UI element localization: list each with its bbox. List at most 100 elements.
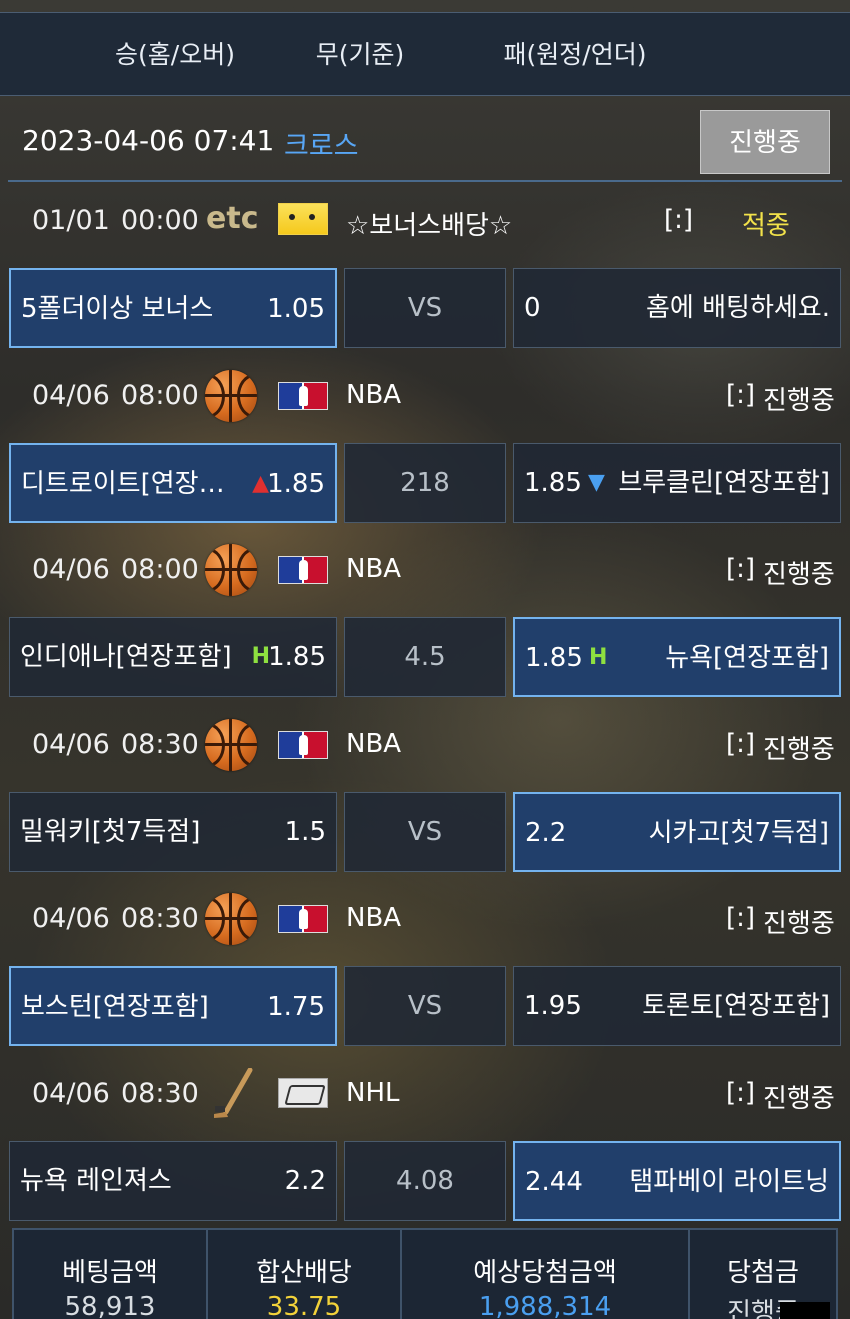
home-odds-value: 2.2 <box>284 1166 326 1196</box>
away-odds-value: 1.85 <box>525 643 583 673</box>
game-header: 04/06 08:00 NBA [:] 진행중 <box>0 532 850 612</box>
away-team-name: 시카고[첫7득점] <box>648 818 829 848</box>
draw-handicap-cell[interactable]: 4.08 <box>344 1141 506 1221</box>
draw-handicap-cell[interactable]: 218 <box>344 443 506 523</box>
game-score: [:] <box>664 205 694 235</box>
etc-icon: etc <box>206 201 259 236</box>
draw-handicap-cell[interactable]: VS <box>344 792 506 872</box>
home-team-name: 5폴더이상 보너스 <box>21 294 214 324</box>
away-odds-button[interactable]: 브루클린[연장포함] 1.85 ▼ <box>513 443 841 523</box>
league-name: NBA <box>346 554 402 584</box>
away-odds-value: 1.95 <box>524 991 582 1021</box>
home-odds-button[interactable]: 뉴욕 레인져스 2.2 <box>9 1141 337 1221</box>
home-team-name: 밀워키[첫7득점] <box>20 817 201 847</box>
away-team-name: 탬파베이 라이트닝 <box>629 1167 829 1197</box>
summary-bet-amount: 베팅금액 58,913 <box>14 1230 208 1319</box>
header-away-label: 패(원정/언더) <box>503 40 647 69</box>
home-odds-value: 1.05 <box>267 294 325 324</box>
game-status: 진행중 <box>763 735 835 765</box>
expected-win-label: 예상당첨금액 <box>473 1258 617 1288</box>
game-time: 00:00 <box>121 205 199 236</box>
bet-type-cross[interactable]: 크로스 <box>284 124 359 163</box>
basketball-icon <box>205 893 257 945</box>
game-header: 04/06 08:30 NBA [:] 진행중 <box>0 881 850 961</box>
summary-total-odds: 합산배당 33.75 <box>208 1230 402 1319</box>
game-status: 진행중 <box>763 1084 835 1114</box>
home-team-name: 보스턴[연장포함] <box>21 992 209 1022</box>
nba-logo-icon <box>278 382 328 410</box>
game-score: [:] <box>726 380 756 410</box>
away-odds-button[interactable]: 토론토[연장포함] 1.95 <box>513 966 841 1046</box>
game-header: 04/06 08:30 NBA [:] 진행중 <box>0 707 850 787</box>
draw-handicap-cell[interactable]: VS <box>344 268 506 348</box>
column-header-bar: 승(홈/오버) 무(기준) 패(원정/언더) <box>0 12 850 96</box>
home-odds-button[interactable]: 보스턴[연장포함] 1.75 <box>9 966 337 1046</box>
home-odds-button[interactable]: 밀워키[첫7득점] 1.5 <box>9 792 337 872</box>
bet-datetime: 2023-04-06 07:41 <box>22 124 275 157</box>
game-header: 01/01 00:00 etc ☆보너스배당☆ [:] 적중 <box>0 183 850 263</box>
header-draw-label: 무(기준) <box>315 40 405 69</box>
draw-handicap-cell[interactable]: 4.5 <box>344 617 506 697</box>
game-score: [:] <box>726 903 756 933</box>
game-date: 04/06 <box>32 729 110 760</box>
bet-status-button[interactable]: 진행중 <box>700 110 830 174</box>
home-odds-button[interactable]: 5폴더이상 보너스 1.05 <box>9 268 337 348</box>
home-odds-value: 1.85 <box>267 469 325 499</box>
hockey-stick-icon <box>214 1068 253 1118</box>
expected-win-value: 1,988,314 <box>478 1292 612 1319</box>
home-team-name: 뉴욕 레인져스 <box>20 1166 172 1196</box>
league-name: NBA <box>346 380 402 410</box>
odds-row: 디트로이트[연장… 1.85 ▲ 218 브루클린[연장포함] 1.85 ▼ <box>0 443 850 523</box>
game-time: 08:00 <box>121 380 199 411</box>
home-odds-value: 1.5 <box>284 817 326 847</box>
away-odds-button[interactable]: 뉴욕[연장포함] 1.85 H <box>513 617 841 697</box>
home-odds-button[interactable]: 인디애나[연장포함] 1.85 H <box>9 617 337 697</box>
away-odds-value: 2.2 <box>525 818 567 848</box>
game-date: 04/06 <box>32 554 110 585</box>
redaction-box <box>780 1302 830 1319</box>
league-name: ☆보너스배당☆ <box>346 211 513 241</box>
away-odds-value: 0 <box>524 293 541 323</box>
nhl-logo-icon <box>278 1078 328 1108</box>
handicap-h-icon: H <box>589 645 608 670</box>
away-odds-button[interactable]: 시카고[첫7득점] 2.2 <box>513 792 841 872</box>
game-status: 진행중 <box>763 560 835 590</box>
nba-logo-icon <box>278 556 328 584</box>
pikachu-icon <box>278 203 328 235</box>
league-name: NHL <box>346 1078 400 1108</box>
game-time: 08:00 <box>121 554 199 585</box>
summary-expected-win: 예상당첨금액 1,988,314 <box>402 1230 690 1319</box>
league-name: NBA <box>346 903 402 933</box>
basketball-icon <box>205 544 257 596</box>
basketball-icon <box>205 370 257 422</box>
bet-slip-info: 2023-04-06 07:41 크로스 진행중 <box>8 100 842 182</box>
game-status: 진행중 <box>763 386 835 416</box>
game-date: 04/06 <box>32 1078 110 1109</box>
away-odds-button[interactable]: 탬파베이 라이트닝 2.44 <box>513 1141 841 1221</box>
game-score: [:] <box>726 554 756 584</box>
home-team-name: 디트로이트[연장… <box>21 469 225 499</box>
game-score: [:] <box>726 729 756 759</box>
bet-summary: 베팅금액 58,913 합산배당 33.75 예상당첨금액 1,988,314 … <box>12 1228 838 1319</box>
home-odds-value: 1.75 <box>267 992 325 1022</box>
game-status: 적중 <box>742 211 790 241</box>
game-date: 01/01 <box>32 205 110 236</box>
total-odds-label: 합산배당 <box>256 1258 352 1288</box>
away-odds-value: 2.44 <box>525 1167 583 1197</box>
away-team-name: 홈에 배팅하세요. <box>646 293 830 323</box>
home-odds-button[interactable]: 디트로이트[연장… 1.85 ▲ <box>9 443 337 523</box>
home-odds-value: 1.85 <box>268 642 326 672</box>
odds-up-arrow-icon: ▲ <box>252 471 269 496</box>
odds-row: 5폴더이상 보너스 1.05 VS 홈에 배팅하세요. 0 <box>0 268 850 348</box>
game-time: 08:30 <box>121 1078 199 1109</box>
game-time: 08:30 <box>121 729 199 760</box>
odds-row: 인디애나[연장포함] 1.85 H 4.5 뉴욕[연장포함] 1.85 H <box>0 617 850 697</box>
away-odds-button[interactable]: 홈에 배팅하세요. 0 <box>513 268 841 348</box>
total-odds-value: 33.75 <box>266 1292 342 1319</box>
away-team-name: 브루클린[연장포함] <box>618 468 830 498</box>
draw-handicap-cell[interactable]: VS <box>344 966 506 1046</box>
away-team-name: 토론토[연장포함] <box>642 991 830 1021</box>
nba-logo-icon <box>278 905 328 933</box>
game-date: 04/06 <box>32 380 110 411</box>
game-time: 08:30 <box>121 903 199 934</box>
